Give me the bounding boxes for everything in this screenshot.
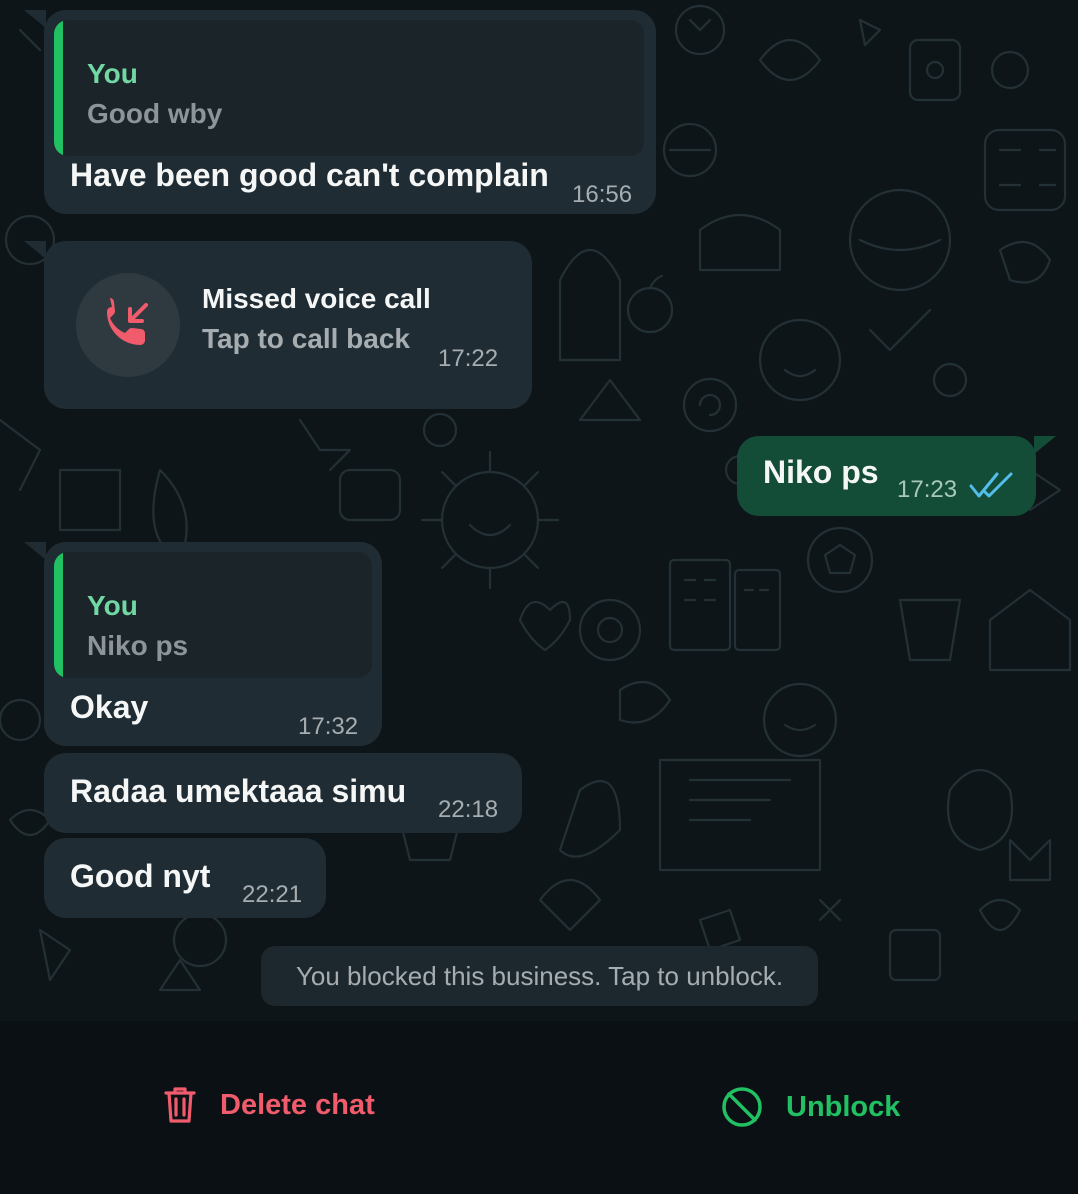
message-bubble-incoming[interactable]: Radaa umektaaa simu 22:18 bbox=[44, 753, 522, 833]
quote-author: You bbox=[87, 58, 138, 89]
missed-call-bubble[interactable]: Missed voice call Tap to call back 17:22 bbox=[44, 241, 532, 409]
quote-text: Good wby bbox=[87, 98, 223, 129]
quoted-message[interactable]: You Good wby bbox=[54, 20, 644, 156]
message-bubble-incoming[interactable]: You Good wby Have been good can't compla… bbox=[44, 10, 656, 214]
missed-call-icon-circle bbox=[76, 273, 180, 377]
bubble-tail bbox=[1034, 436, 1056, 454]
message-bubble-incoming[interactable]: Good nyt 22:21 bbox=[44, 838, 326, 918]
message-time: 16:56 bbox=[572, 181, 633, 208]
call-title: Missed voice call bbox=[202, 283, 431, 314]
message-bubble-outgoing[interactable]: Niko ps 17:23 bbox=[737, 436, 1036, 516]
double-check-icon bbox=[969, 472, 1013, 498]
message-bubble-incoming[interactable]: You Niko ps Okay 17:32 bbox=[44, 542, 382, 746]
delete-chat-button[interactable]: Delete chat bbox=[162, 1085, 375, 1125]
bubble-tail bbox=[24, 542, 46, 560]
unblock-button[interactable]: Unblock bbox=[720, 1085, 900, 1129]
quote-text: Niko ps bbox=[87, 630, 189, 661]
message-text: Radaa umektaaa simu bbox=[70, 773, 407, 809]
block-icon bbox=[722, 1087, 762, 1127]
blocked-notice[interactable]: You blocked this business. Tap to unbloc… bbox=[261, 946, 818, 1006]
message-text: Niko ps bbox=[763, 454, 879, 490]
message-text: Okay bbox=[70, 689, 149, 725]
bubble-tail bbox=[24, 10, 46, 28]
chat-area: You Good wby Have been good can't compla… bbox=[0, 0, 1078, 1021]
message-time: 17:22 bbox=[438, 345, 499, 372]
trash-icon bbox=[164, 1087, 196, 1123]
quote-accent-bar bbox=[54, 552, 63, 678]
message-text: Have been good can't complain bbox=[70, 157, 549, 193]
call-subtitle: Tap to call back bbox=[202, 323, 410, 354]
message-time: 17:23 bbox=[897, 476, 958, 503]
unblock-label: Unblock bbox=[786, 1090, 901, 1123]
missed-call-icon bbox=[107, 298, 148, 345]
message-time: 22:18 bbox=[438, 796, 499, 823]
quote-author: You bbox=[87, 590, 138, 621]
message-time: 17:32 bbox=[298, 713, 359, 740]
message-time: 22:21 bbox=[242, 881, 303, 908]
quoted-message[interactable]: You Niko ps bbox=[54, 552, 372, 678]
quote-accent-bar bbox=[54, 20, 63, 156]
message-text: Good nyt bbox=[70, 858, 211, 894]
delete-chat-label: Delete chat bbox=[220, 1088, 375, 1121]
bubble-tail bbox=[24, 241, 46, 259]
